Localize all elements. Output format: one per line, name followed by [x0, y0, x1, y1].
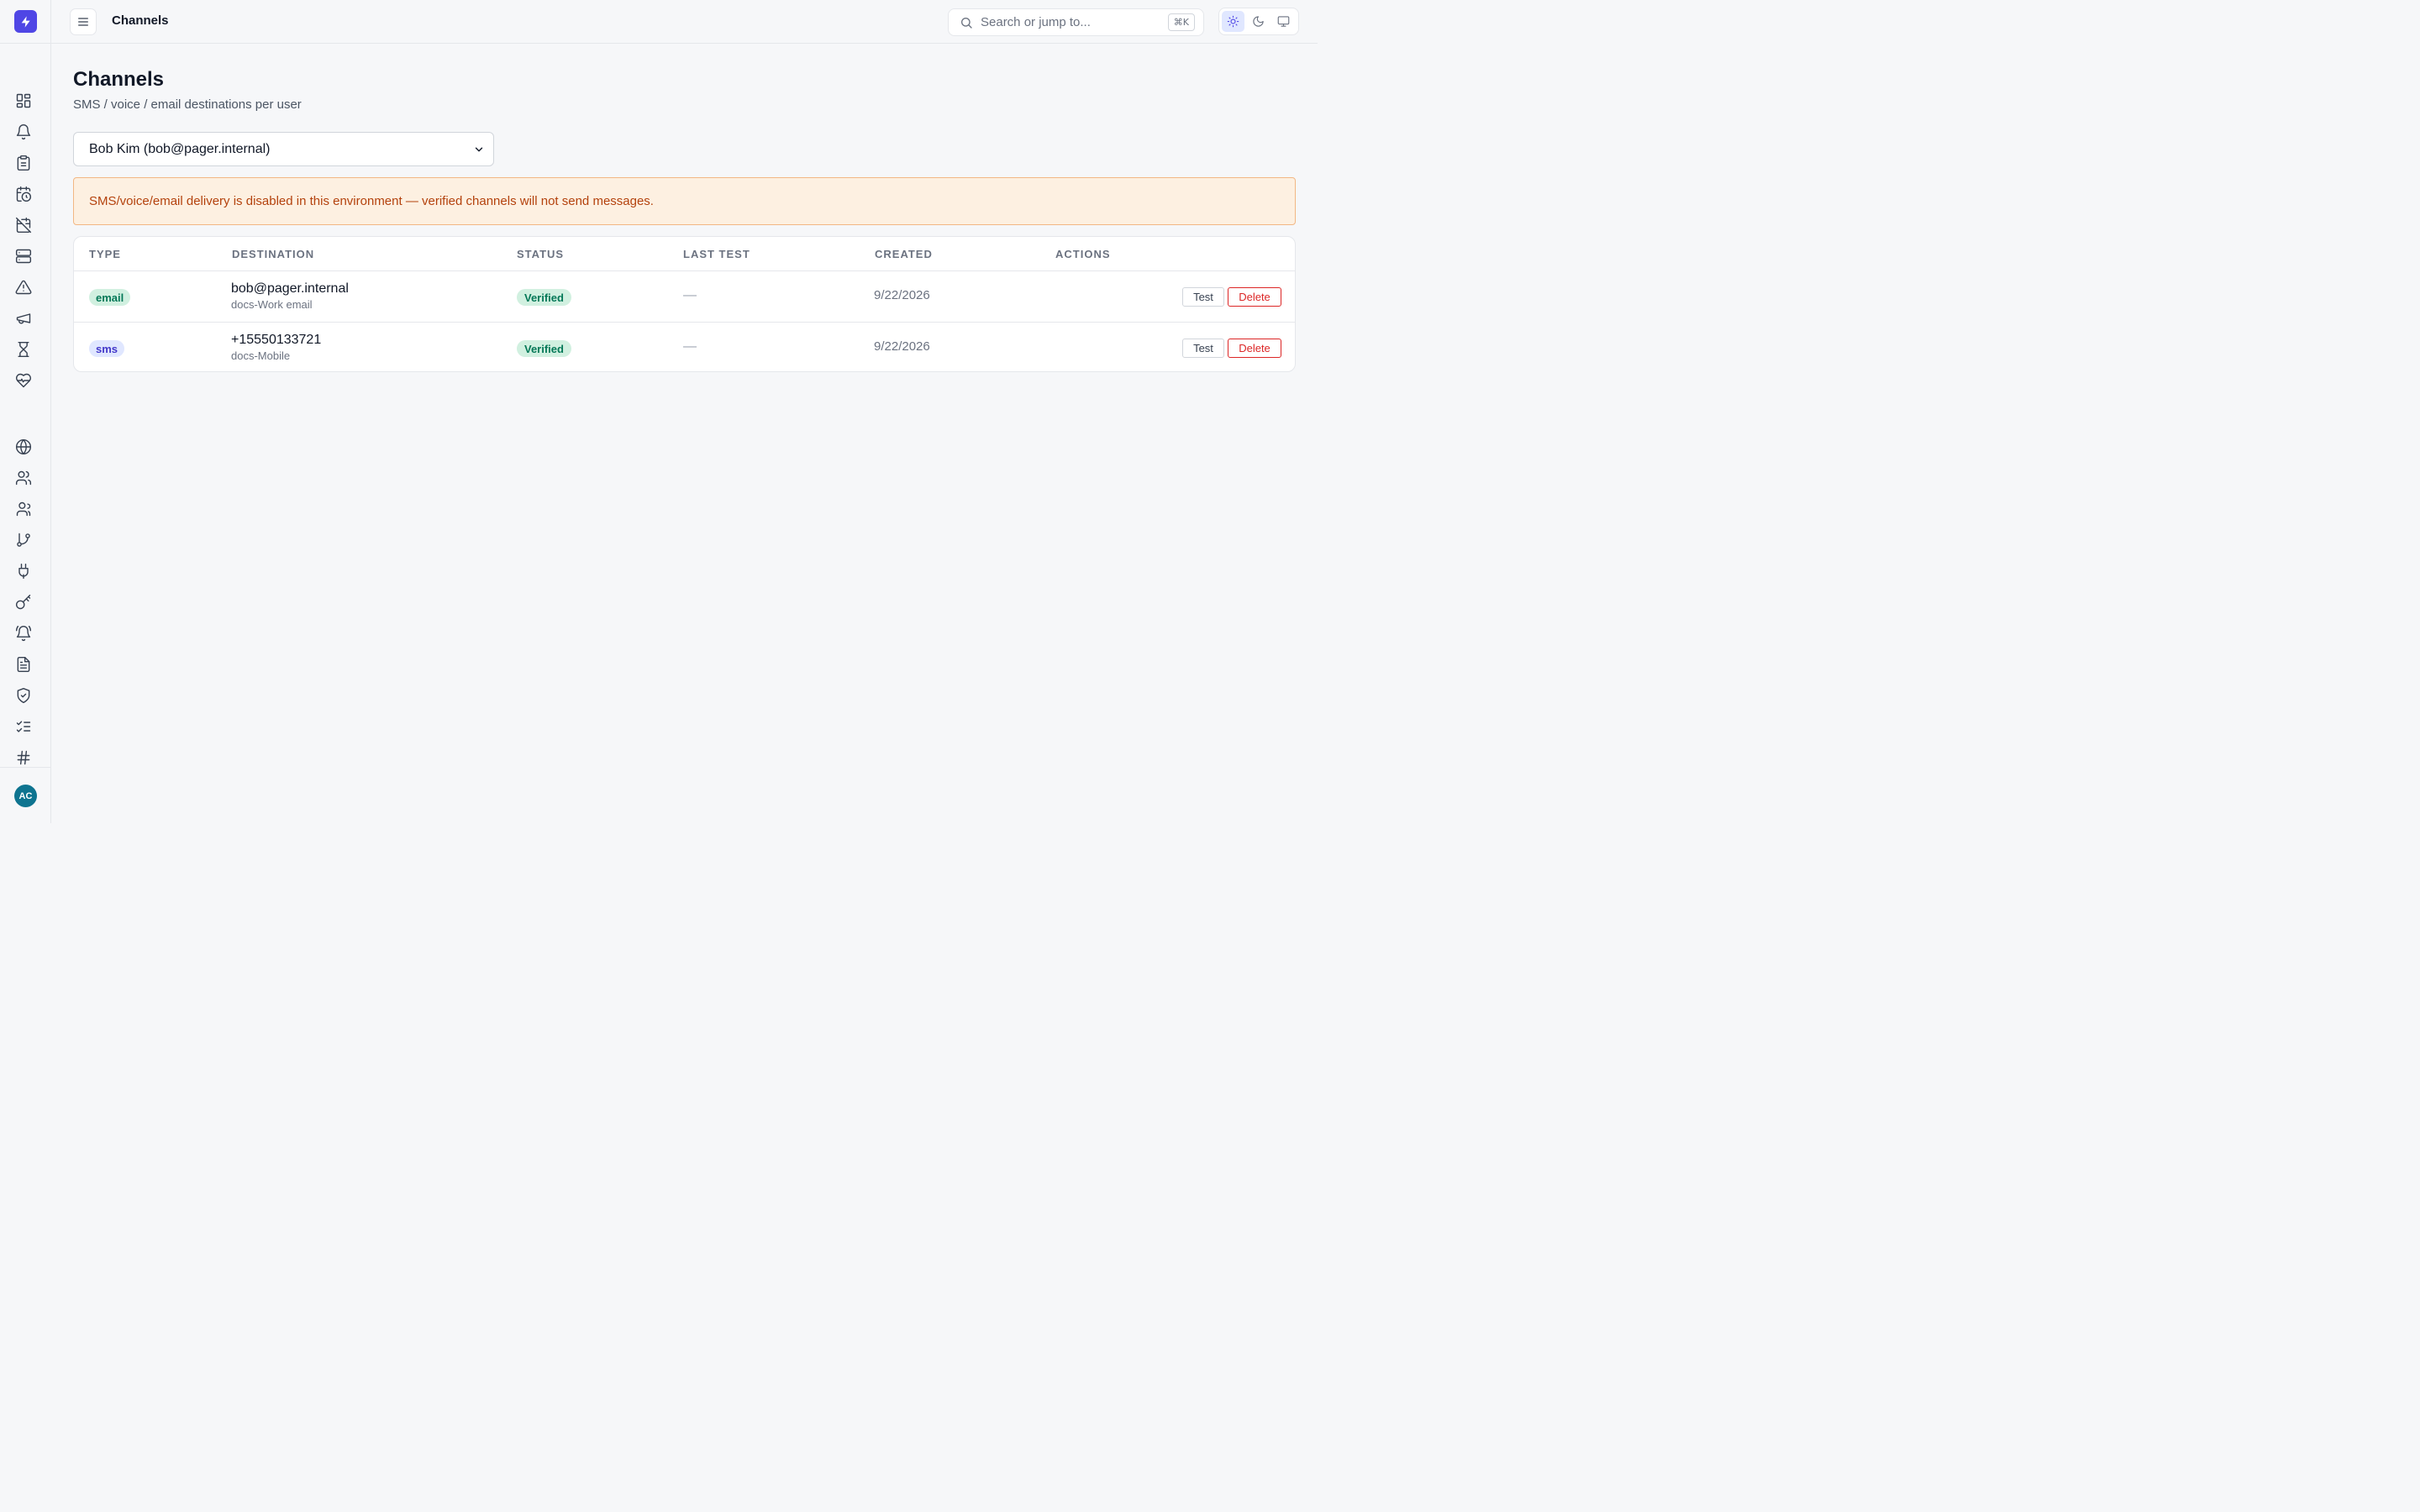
- hourglass-icon[interactable]: [12, 338, 34, 360]
- channels-table: Type Destination Status Last Test Create…: [73, 236, 1296, 372]
- megaphone-icon[interactable]: [12, 307, 34, 329]
- topbar-title: Channels: [112, 13, 169, 28]
- light-theme-button[interactable]: [1222, 11, 1244, 32]
- bell-ring-icon[interactable]: [12, 622, 34, 644]
- moon-icon: [1253, 16, 1264, 27]
- created-date: 9/22/2026: [874, 339, 930, 354]
- hash-icon[interactable]: [12, 746, 34, 769]
- alert-triangle-icon[interactable]: [12, 276, 34, 298]
- clipboard-icon[interactable]: [12, 151, 34, 174]
- user-select[interactable]: Bob Kim (bob@pager.internal): [73, 132, 494, 166]
- created-date: 9/22/2026: [874, 288, 930, 302]
- dashboard-icon[interactable]: [12, 89, 34, 112]
- globe-icon[interactable]: [12, 435, 34, 458]
- file-text-icon[interactable]: [12, 653, 34, 675]
- search-placeholder: Search or jump to...: [981, 15, 1091, 29]
- divider: [0, 43, 51, 44]
- theme-toggle: [1218, 8, 1299, 35]
- warning-banner-text: SMS/voice/email delivery is disabled in …: [89, 194, 654, 208]
- users-icon[interactable]: [12, 466, 34, 489]
- sidebar: AC: [0, 0, 51, 823]
- status-badge: Verified: [517, 340, 571, 357]
- delete-button[interactable]: Delete: [1228, 339, 1281, 358]
- column-header-created: Created: [875, 248, 933, 260]
- avatar[interactable]: AC: [14, 785, 37, 807]
- page-subtitle: SMS / voice / email destinations per use…: [73, 97, 302, 112]
- column-header-destination: Destination: [232, 248, 315, 260]
- calendar-off-icon[interactable]: [12, 213, 34, 236]
- plug-icon[interactable]: [12, 559, 34, 582]
- bell-icon[interactable]: [12, 120, 34, 143]
- menu-button[interactable]: [70, 8, 97, 35]
- heart-pulse-icon[interactable]: [12, 369, 34, 391]
- shield-check-icon[interactable]: [12, 684, 34, 706]
- bolt-icon[interactable]: [14, 10, 37, 33]
- last-test: —: [683, 288, 697, 302]
- warning-banner: SMS/voice/email delivery is disabled in …: [73, 177, 1296, 225]
- test-button[interactable]: Test: [1182, 287, 1224, 307]
- search-input[interactable]: Search or jump to... ⌘K: [948, 8, 1204, 36]
- last-test: —: [683, 339, 697, 354]
- table-row: email bob@pager.internal docs-Work email…: [74, 270, 1295, 322]
- destination-label: docs-Work email: [231, 298, 313, 311]
- destination: bob@pager.internal: [231, 281, 349, 296]
- column-header-type: Type: [89, 248, 121, 260]
- key-icon[interactable]: [12, 591, 34, 613]
- type-badge: email: [89, 289, 131, 306]
- destination: +15550133721: [231, 333, 322, 347]
- list-checks-icon[interactable]: [12, 715, 34, 738]
- destination-label: docs-Mobile: [231, 349, 291, 362]
- server-icon[interactable]: [12, 244, 34, 267]
- system-theme-button[interactable]: [1272, 11, 1295, 32]
- table-row: sms +15550133721 docs-Mobile Verified — …: [74, 322, 1295, 371]
- calendar-clock-icon[interactable]: [12, 182, 34, 205]
- user-select-value: Bob Kim (bob@pager.internal): [89, 141, 271, 156]
- shortcut-hint: ⌘K: [1167, 13, 1195, 31]
- test-button[interactable]: Test: [1182, 339, 1224, 358]
- hamburger-icon: [78, 18, 88, 26]
- column-header-status: Status: [517, 248, 565, 260]
- page-title: Channels: [73, 68, 165, 91]
- dark-theme-button[interactable]: [1247, 11, 1270, 32]
- monitor-icon: [1277, 16, 1290, 27]
- search-icon: [961, 17, 972, 29]
- git-branch-icon[interactable]: [12, 528, 34, 551]
- topbar: Channels Search or jump to... ⌘K: [51, 0, 1318, 44]
- column-header-actions: Actions: [1055, 248, 1111, 260]
- divider: [0, 767, 51, 768]
- status-badge: Verified: [517, 289, 571, 306]
- sun-icon: [1227, 15, 1239, 28]
- column-header-last-test: Last Test: [683, 248, 750, 260]
- chevron-down-icon: [475, 147, 483, 151]
- team-icon[interactable]: [12, 497, 34, 520]
- delete-button[interactable]: Delete: [1228, 287, 1281, 307]
- type-badge: sms: [89, 340, 125, 357]
